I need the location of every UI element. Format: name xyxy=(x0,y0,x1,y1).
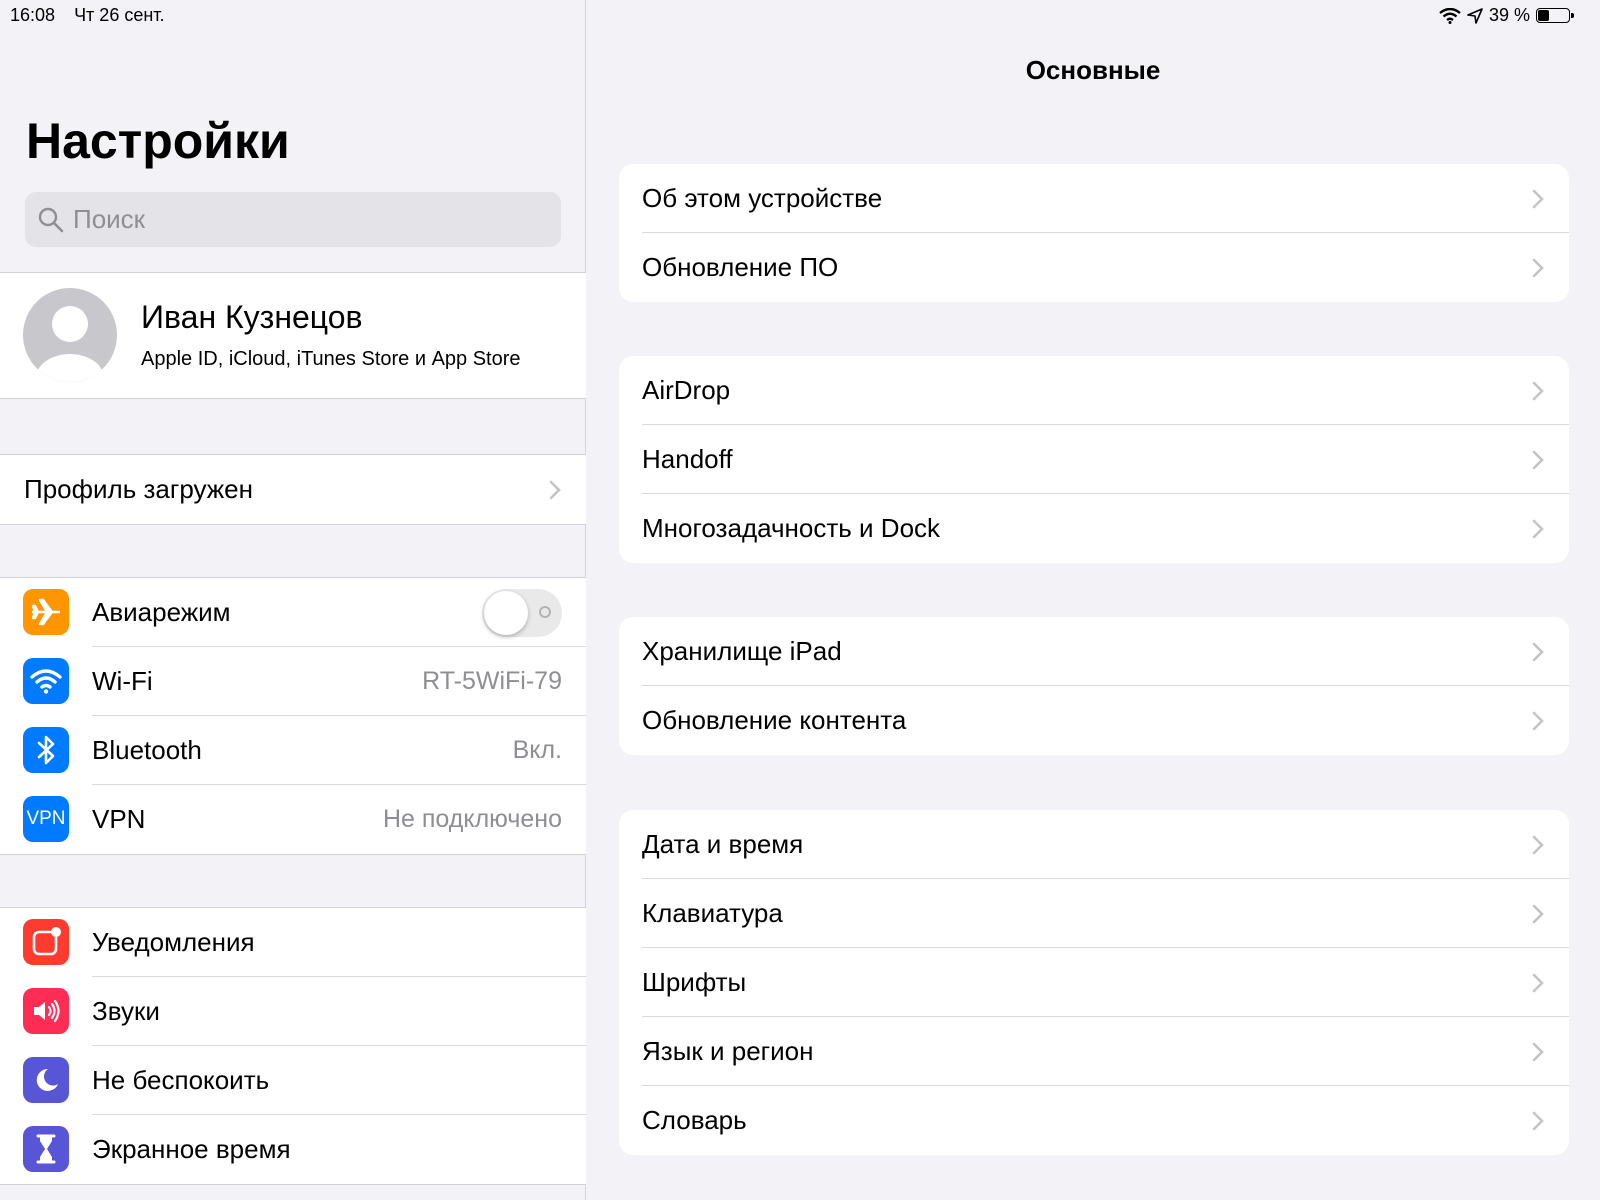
profile-loaded-row[interactable]: Профиль загружен xyxy=(0,455,586,524)
profile-name: Иван Кузнецов xyxy=(141,299,363,335)
settings-row[interactable]: AirDrop xyxy=(619,356,1569,425)
sidebar-item-vpn[interactable]: VPN VPN Не подключено xyxy=(0,785,586,854)
sidebar-item-sounds[interactable]: Звуки xyxy=(0,977,586,1046)
vpn-status-value: Не подключено xyxy=(382,805,562,833)
settings-row-label: Handoff xyxy=(642,444,733,474)
battery-icon xyxy=(1536,8,1574,23)
detail-title: Основные xyxy=(1025,55,1161,85)
status-bar-right: 39 % xyxy=(1439,5,1574,26)
hourglass-icon xyxy=(23,1126,69,1172)
chevron-right-icon xyxy=(1532,904,1544,923)
sidebar-item-screen-time[interactable]: Экранное время xyxy=(0,1115,586,1184)
settings-row-label: Обновление ПО xyxy=(642,252,839,282)
settings-group: Об этом устройстве Обновление ПО xyxy=(619,164,1569,302)
sidebar-item-notifications[interactable]: Уведомления xyxy=(0,908,586,977)
settings-row-label: Дата и время xyxy=(642,829,804,859)
sidebar-item-label: Уведомления xyxy=(92,927,255,957)
bluetooth-icon xyxy=(23,727,69,773)
settings-row[interactable]: Многозадачность и Dock xyxy=(619,494,1569,563)
settings-row[interactable]: Об этом устройстве xyxy=(619,164,1569,233)
settings-sidebar: Настройки Иван Кузнецов Apple ID, iCloud… xyxy=(0,0,586,1200)
battery-percent: 39 % xyxy=(1488,5,1530,25)
wifi-status-icon xyxy=(1439,7,1461,24)
chevron-right-icon xyxy=(1532,258,1544,277)
chevron-right-icon xyxy=(1532,450,1544,469)
sidebar-item-label: Звуки xyxy=(92,996,160,1026)
settings-row[interactable]: Обновление ПО xyxy=(619,233,1569,302)
chevron-right-icon xyxy=(1532,642,1544,661)
sidebar-item-airplane[interactable]: Авиарежим xyxy=(0,578,586,647)
chevron-right-icon xyxy=(1532,1042,1544,1061)
sidebar-item-label: Не беспокоить xyxy=(92,1065,270,1095)
avatar xyxy=(23,288,117,382)
vpn-icon: VPN xyxy=(23,796,69,842)
notifications-icon xyxy=(23,919,69,965)
sidebar-item-wifi[interactable]: Wi-Fi RT-5WiFi-79 xyxy=(0,647,586,716)
settings-row[interactable]: Клавиатура xyxy=(619,879,1569,948)
profile-loaded-label: Профиль загружен xyxy=(24,474,253,504)
settings-row-label: Словарь xyxy=(642,1105,747,1135)
profile-subtitle: Apple ID, iCloud, iTunes Store и App Sto… xyxy=(141,348,521,370)
settings-row-label: Многозадачность и Dock xyxy=(642,513,941,543)
vpn-icon-text: VPN xyxy=(26,808,66,829)
connectivity-group: Авиарежим Wi-Fi RT-5WiFi-79 Bluetooth Вк… xyxy=(0,577,586,855)
sidebar-item-do-not-disturb[interactable]: Не беспокоить xyxy=(0,1046,586,1115)
settings-row-label: Об этом устройстве xyxy=(642,183,883,213)
chevron-right-icon xyxy=(549,480,561,499)
settings-row[interactable]: Словарь xyxy=(619,1086,1569,1155)
settings-row[interactable]: Шрифты xyxy=(619,948,1569,1017)
chevron-right-icon xyxy=(1532,711,1544,730)
settings-row-label: Клавиатура xyxy=(642,898,783,928)
settings-group: Дата и время Клавиатура Шрифты Язык и регио… xyxy=(619,810,1569,1155)
settings-row[interactable]: Язык и регион xyxy=(619,1017,1569,1086)
settings-row-label: Хранилище iPad xyxy=(642,636,842,666)
sidebar-item-label: Wi-Fi xyxy=(92,666,153,696)
chevron-right-icon xyxy=(1532,973,1544,992)
settings-row[interactable]: Обновление контента xyxy=(619,686,1569,755)
airplane-toggle[interactable] xyxy=(482,588,562,637)
page-title: Настройки xyxy=(26,113,290,169)
settings-row[interactable]: Handoff xyxy=(619,425,1569,494)
profile-loaded-group: Профиль загружен xyxy=(0,454,586,525)
bluetooth-status-value: Вкл. xyxy=(512,736,562,764)
chevron-right-icon xyxy=(1532,519,1544,538)
settings-row-label: Язык и регион xyxy=(642,1036,814,1066)
general-group: Уведомления Звуки Не беспокоить Экранное… xyxy=(0,907,586,1185)
settings-row[interactable]: Дата и время xyxy=(619,810,1569,879)
settings-row-label: AirDrop xyxy=(642,375,731,405)
search-field[interactable] xyxy=(25,192,561,247)
sidebar-item-label: VPN xyxy=(92,804,146,834)
settings-group: AirDrop Handoff Многозадачность и Dock xyxy=(619,356,1569,563)
settings-row-label: Шрифты xyxy=(642,967,747,997)
sidebar-item-label: Экранное время xyxy=(92,1134,291,1164)
apple-id-profile[interactable]: Иван Кузнецов Apple ID, iCloud, iTunes S… xyxy=(0,272,586,399)
sounds-icon xyxy=(23,988,69,1034)
settings-group: Хранилище iPad Обновление контента xyxy=(619,617,1569,755)
search-icon xyxy=(38,207,64,232)
sidebar-item-bluetooth[interactable]: Bluetooth Вкл. xyxy=(0,716,586,785)
moon-icon xyxy=(23,1057,69,1103)
chevron-right-icon xyxy=(1532,835,1544,854)
settings-row[interactable]: Хранилище iPad xyxy=(619,617,1569,686)
settings-row-label: Обновление контента xyxy=(642,705,907,735)
search-input[interactable] xyxy=(71,203,515,236)
chevron-right-icon xyxy=(1532,1111,1544,1130)
chevron-right-icon xyxy=(1532,381,1544,400)
wifi-icon xyxy=(23,658,69,704)
location-icon xyxy=(1467,7,1483,24)
wifi-network-value: RT-5WiFi-79 xyxy=(422,667,562,695)
chevron-right-icon xyxy=(1532,189,1544,208)
sidebar-item-label: Bluetooth xyxy=(92,735,202,765)
airplane-icon xyxy=(23,589,69,635)
sidebar-item-label: Авиарежим xyxy=(92,597,231,627)
